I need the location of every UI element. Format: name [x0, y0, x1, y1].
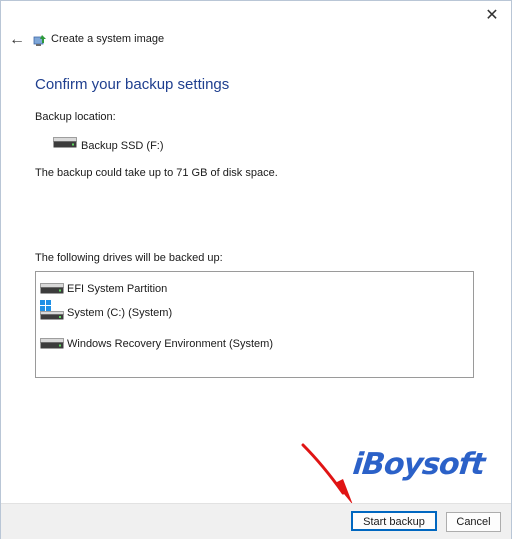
windows-drive-icon — [40, 300, 64, 320]
iboysoft-watermark: iBoysoft — [351, 447, 487, 482]
dialog-footer: Start backup Cancel — [1, 503, 511, 539]
back-button[interactable]: ← — [9, 30, 25, 50]
list-item[interactable]: System (C:) (System) — [40, 300, 460, 322]
backup-app-icon — [33, 35, 46, 46]
list-item[interactable]: Windows Recovery Environment (System) — [40, 335, 460, 353]
backup-drive-name: Backup SSD (F:) — [81, 140, 164, 152]
drive-name: Windows Recovery Environment (System) — [67, 338, 274, 350]
start-backup-button[interactable]: Start backup — [351, 511, 437, 531]
drive-icon — [40, 283, 64, 294]
close-icon: ✕ — [485, 7, 499, 24]
drives-label: The following drives will be backed up: — [35, 252, 223, 264]
window-title: Create a system image — [51, 33, 165, 45]
backup-location-label: Backup location: — [35, 111, 116, 123]
drives-list[interactable]: EFI System Partition System (C:) (System… — [35, 271, 474, 378]
dialog-window: ✕ ← Create a system image Confirm your b… — [0, 0, 512, 539]
title-bar: ← Create a system image — [1, 27, 511, 55]
list-item[interactable]: EFI System Partition — [40, 280, 460, 298]
drive-icon — [40, 338, 64, 349]
drive-icon — [53, 137, 77, 148]
cancel-button[interactable]: Cancel — [446, 512, 501, 532]
drive-name: EFI System Partition — [67, 283, 168, 295]
close-button[interactable]: ✕ — [481, 5, 503, 27]
red-arrow-icon — [301, 443, 353, 505]
drive-name: System (C:) (System) — [67, 307, 173, 319]
page-title: Confirm your backup settings — [35, 76, 230, 93]
back-arrow-icon: ← — [9, 31, 25, 48]
disk-space-text: The backup could take up to 71 GB of dis… — [35, 167, 278, 179]
